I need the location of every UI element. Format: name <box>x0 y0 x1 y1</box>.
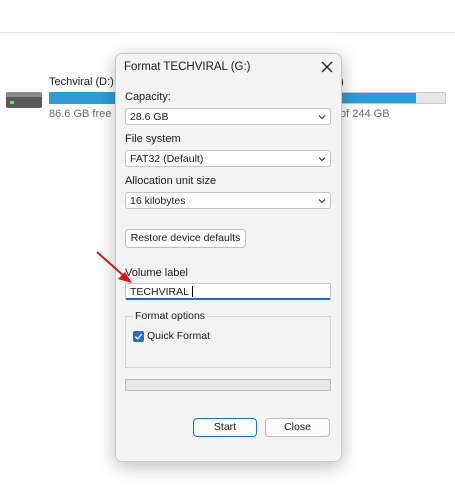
checkmark-icon <box>134 333 143 340</box>
capacity-value: 28.6 GB <box>130 111 169 123</box>
restore-defaults-button[interactable]: Restore device defaults <box>125 229 246 248</box>
file-system-select[interactable]: FAT32 (Default) <box>125 150 331 167</box>
allocation-select[interactable]: 16 kilobytes <box>125 192 331 209</box>
capacity-label: Capacity: <box>125 91 171 103</box>
chevron-down-icon <box>318 115 326 120</box>
drive-name: Techviral (D:) <box>49 76 114 88</box>
drive-usage-bar <box>49 92 117 104</box>
chevron-down-icon <box>318 157 326 162</box>
explorer-toolbar <box>0 0 455 33</box>
dialog-title: Format TECHVIRAL (G:) <box>124 61 251 73</box>
drive-icon <box>6 92 42 108</box>
chevron-down-icon <box>318 199 326 204</box>
quick-format-checkbox[interactable] <box>133 331 144 342</box>
drive-usage-bar-right <box>340 92 446 104</box>
quick-format-label: Quick Format <box>147 330 211 342</box>
drive-free-space: 86.6 GB free of 244 GB <box>49 108 115 120</box>
capacity-select[interactable]: 28.6 GB <box>125 108 331 125</box>
drive-free-space-right: of 244 GB <box>340 108 390 120</box>
allocation-value: 16 kilobytes <box>130 195 186 207</box>
volume-label-input[interactable]: TECHVIRAL <box>125 283 331 300</box>
format-dialog: Format TECHVIRAL (G:) Capacity: 28.6 GB … <box>115 53 342 462</box>
format-options-group: Format options Quick Format <box>125 310 331 368</box>
format-progress-bar <box>125 379 331 391</box>
volume-label-value: TECHVIRAL <box>130 286 189 298</box>
volume-label-label: Volume label <box>125 267 188 279</box>
text-caret <box>192 286 193 297</box>
allocation-label: Allocation unit size <box>125 175 217 187</box>
format-options-title: Format options <box>133 310 208 322</box>
file-system-label: File system <box>125 133 181 145</box>
close-icon[interactable] <box>318 58 336 76</box>
file-system-value: FAT32 (Default) <box>130 153 204 165</box>
close-button[interactable]: Close <box>265 418 330 437</box>
start-button[interactable]: Start <box>193 418 257 437</box>
